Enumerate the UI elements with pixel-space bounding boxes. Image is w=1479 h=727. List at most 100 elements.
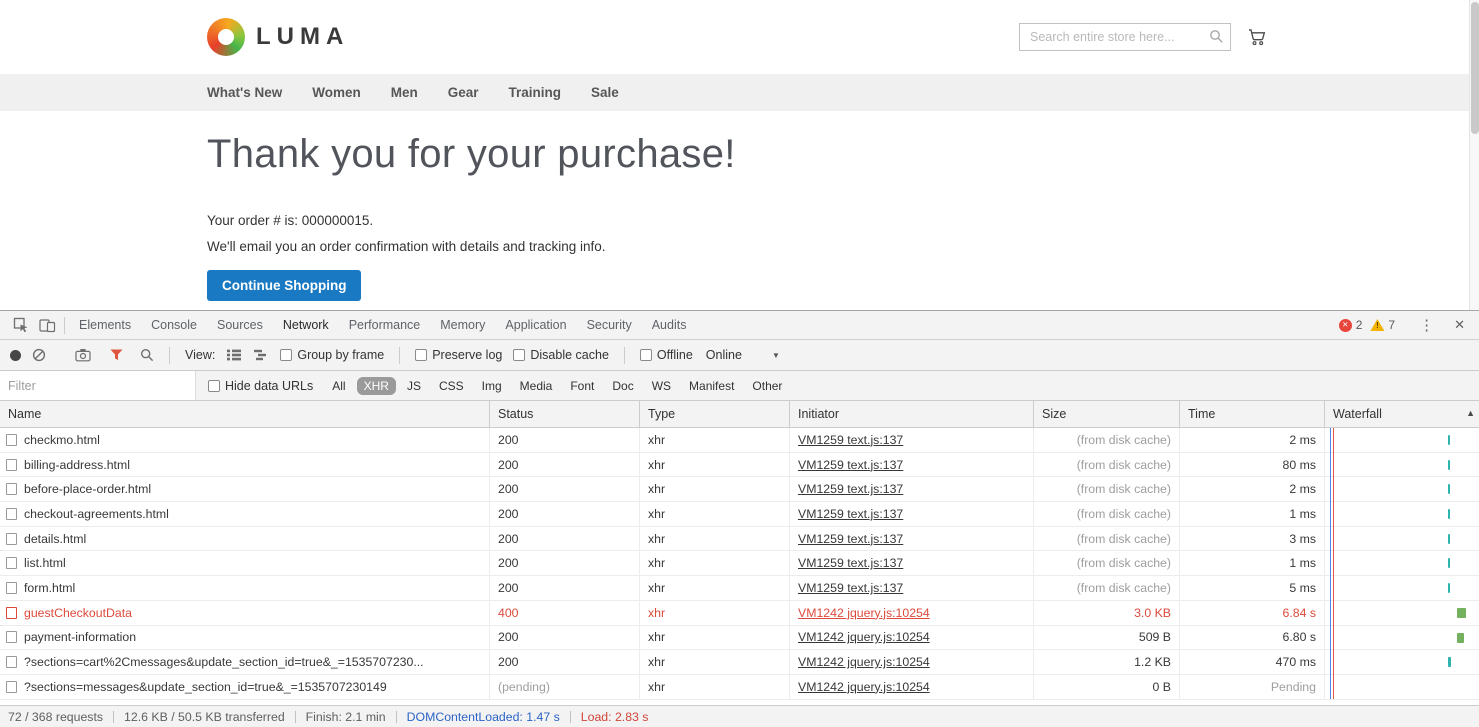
network-request-row[interactable]: ?sections=cart%2Cmessages&update_section… [0,650,1479,675]
initiator-link[interactable]: VM1259 text.js:137 [798,507,903,521]
request-type-filter[interactable]: Media [513,377,560,395]
hide-data-urls-checkbox-box[interactable] [208,380,220,392]
initiator-link[interactable]: VM1259 text.js:137 [798,458,903,472]
column-header[interactable]: Waterfall [1325,401,1479,427]
preserve-log-checkbox[interactable]: Preserve log [415,348,502,362]
capture-screenshots-icon[interactable] [75,348,91,362]
initiator-link[interactable]: VM1259 text.js:137 [798,433,903,447]
network-request-row[interactable]: checkout-agreements.html 200 xhr VM1259 … [0,502,1479,527]
record-network-log-button[interactable] [10,350,21,361]
network-request-row[interactable]: list.html 200 xhr VM1259 text.js:137 (fr… [0,551,1479,576]
cart-icon[interactable] [1246,27,1267,47]
group-by-frame-checkbox[interactable]: Group by frame [280,348,384,362]
network-request-row[interactable]: billing-address.html 200 xhr VM1259 text… [0,453,1479,478]
request-type-filter[interactable]: Font [563,377,601,395]
show-overview-icon[interactable] [253,349,269,361]
request-initiator-cell: VM1242 jquery.js:10254 [790,601,1034,625]
devtools-tab[interactable]: Sources [207,311,273,339]
console-errors-badge[interactable]: ✕ 2 [1339,318,1363,332]
network-table-body: checkmo.html 200 xhr VM1259 text.js:137 … [0,428,1479,705]
disable-cache-checkbox-box[interactable] [513,349,525,361]
initiator-link[interactable]: VM1242 jquery.js:10254 [798,655,930,669]
nav-item[interactable]: What's New [207,85,282,100]
page-scrollbar[interactable] [1469,0,1479,310]
request-type-filter[interactable]: JS [400,377,428,395]
devtools-tab[interactable]: Audits [642,311,697,339]
hide-data-urls-checkbox[interactable]: Hide data URLs [208,379,313,393]
domcontentloaded-summary: DOMContentLoaded: 1.47 s [407,710,560,724]
network-throttling-select[interactable]: Online ▼ [706,348,780,362]
column-header[interactable]: Initiator [790,401,1034,427]
nav-item[interactable]: Women [312,85,361,100]
request-type-filter[interactable]: All [325,377,352,395]
column-header[interactable]: Time [1180,401,1325,427]
network-request-row[interactable]: guestCheckoutData 400 xhr VM1242 jquery.… [0,601,1479,626]
network-request-row[interactable]: payment-information 200 xhr VM1242 jquer… [0,626,1479,651]
group-by-frame-checkbox-box[interactable] [280,349,292,361]
offline-checkbox-box[interactable] [640,349,652,361]
clear-network-log-icon[interactable] [32,348,46,362]
network-request-row[interactable]: details.html 200 xhr VM1259 text.js:137 … [0,527,1479,552]
request-type-filter[interactable]: Other [745,377,789,395]
initiator-link[interactable]: VM1242 jquery.js:10254 [798,680,930,694]
scroll-up-arrow-icon[interactable]: ▲ [1466,408,1475,418]
initiator-link[interactable]: VM1259 text.js:137 [798,532,903,546]
filter-icon[interactable] [110,349,123,361]
request-type-filter[interactable]: XHR [357,377,396,395]
search-icon[interactable] [1209,29,1224,49]
preserve-log-checkbox-box[interactable] [415,349,427,361]
initiator-link[interactable]: VM1242 jquery.js:10254 [798,606,930,620]
device-toolbar-icon[interactable] [34,311,60,339]
request-waterfall-cell [1325,502,1479,526]
devtools-tab[interactable]: Elements [69,311,141,339]
request-name-cell: details.html [0,527,490,551]
offline-checkbox[interactable]: Offline [640,348,693,362]
devtools-tab[interactable]: Application [495,311,576,339]
network-filter-input[interactable] [0,371,196,400]
request-time-cell: 2 ms [1180,428,1325,452]
column-header[interactable]: Type [640,401,790,427]
request-type-filter[interactable]: Doc [605,377,640,395]
nav-item[interactable]: Sale [591,85,619,100]
request-type-filter[interactable]: CSS [432,377,471,395]
network-request-row[interactable]: checkmo.html 200 xhr VM1259 text.js:137 … [0,428,1479,453]
network-request-row[interactable]: before-place-order.html 200 xhr VM1259 t… [0,477,1479,502]
column-header[interactable]: Status [490,401,640,427]
devtools-tab[interactable]: Security [577,311,642,339]
devtools-menu-icon[interactable]: ⋮ [1419,316,1434,334]
network-request-row[interactable]: form.html 200 xhr VM1259 text.js:137 (fr… [0,576,1479,601]
network-request-row[interactable]: ?sections=messages&update_section_id=tru… [0,675,1479,700]
network-table-header: ▲ Name Status Type Initiator Size Time W… [0,401,1479,428]
search-input[interactable] [1019,23,1231,51]
nav-item[interactable]: Training [509,85,562,100]
inspect-element-icon[interactable] [8,311,34,339]
luma-logo[interactable]: LUMA [207,18,349,56]
devtools-tab[interactable]: Console [141,311,207,339]
use-large-request-rows-icon[interactable] [226,349,242,361]
request-type-filter[interactable]: WS [645,377,678,395]
view-label: View: [185,348,215,362]
search-network-icon[interactable] [140,348,154,362]
devtools-tab[interactable]: Performance [339,311,431,339]
request-type-filter[interactable]: Img [475,377,509,395]
nav-item[interactable]: Men [391,85,418,100]
column-header[interactable]: Size [1034,401,1180,427]
continue-shopping-button[interactable]: Continue Shopping [207,270,361,301]
page-scrollbar-thumb[interactable] [1471,2,1479,134]
initiator-link[interactable]: VM1259 text.js:137 [798,581,903,595]
initiator-link[interactable]: VM1242 jquery.js:10254 [798,630,930,644]
devtools-close-icon[interactable]: ✕ [1454,317,1465,333]
devtools-tab[interactable]: Network [273,311,339,339]
column-header[interactable]: Name [0,401,490,427]
console-warnings-badge[interactable]: ! 7 [1370,318,1395,332]
nav-item[interactable]: Gear [448,85,479,100]
initiator-link[interactable]: VM1259 text.js:137 [798,482,903,496]
disable-cache-checkbox[interactable]: Disable cache [513,348,609,362]
main-nav: What's New Women Men Gear Training Sale [0,74,1479,111]
devtools-tab[interactable]: Memory [430,311,495,339]
request-status-cell: 200 [490,650,640,674]
request-type-filter[interactable]: Manifest [682,377,741,395]
request-waterfall-cell [1325,453,1479,477]
initiator-link[interactable]: VM1259 text.js:137 [798,556,903,570]
request-name-cell: guestCheckoutData [0,601,490,625]
